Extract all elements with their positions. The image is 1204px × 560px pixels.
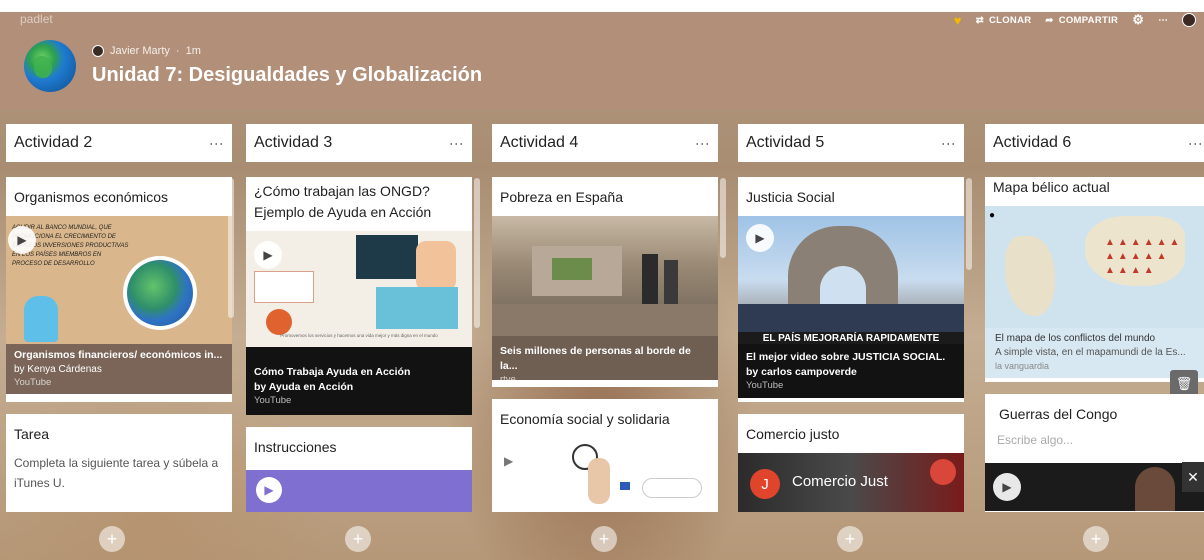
column-header[interactable]: Actividad 4 ⋮	[492, 124, 718, 162]
column-menu-icon[interactable]: ⋮	[209, 137, 225, 150]
play-icon[interactable]: ▶	[254, 241, 282, 269]
column-header[interactable]: Actividad 6 ⋮	[985, 124, 1204, 162]
author-name: Javier Marty	[110, 45, 170, 57]
news-thumbnail[interactable]	[492, 216, 718, 336]
play-icon[interactable]: ▶	[993, 473, 1021, 501]
column-actividad-5: Actividad 5 ⋮	[738, 124, 964, 162]
post-card[interactable]: Economía social y solidaria ▶	[492, 399, 718, 512]
share-icon: ➦	[1045, 14, 1054, 26]
post-card[interactable]: Justicia Social EL PAÍS MEJORARÍA RAPIDA…	[738, 177, 964, 402]
news-caption: Seis millones de personas al borde de la…	[492, 336, 718, 385]
video-thumbnail[interactable]: ▶	[985, 463, 1204, 511]
post-card[interactable]: Instrucciones ▶	[246, 427, 472, 512]
clone-button[interactable]: ⇄ CLONAR	[976, 15, 1032, 26]
video-thumbnail[interactable]: EL PAÍS MEJORARÍA RAPIDAMENTE ▶	[738, 216, 964, 344]
column-header[interactable]: Actividad 3 ⋮	[246, 124, 472, 162]
column-menu-icon[interactable]: ⋮	[449, 137, 465, 150]
video-thumbnail[interactable]: Promovemos los servicios y hacemos una v…	[246, 231, 472, 347]
add-post-button[interactable]: +	[345, 526, 371, 552]
play-icon[interactable]: ▶	[504, 454, 513, 468]
column-scrollbar[interactable]	[720, 178, 726, 258]
post-title: Guerras del Congo	[999, 406, 1118, 422]
brand-logo[interactable]: padlet	[20, 12, 53, 26]
post-title: Organismos económicos	[14, 189, 169, 205]
post-card[interactable]: Organismos económicos ACUDIR AL BANCO MU…	[6, 177, 232, 402]
logo-illustration	[266, 309, 292, 335]
map-thumbnail[interactable]: ▲▲▲▲▲▲ ▲▲▲▲▲ ▲▲▲▲ ●	[985, 206, 1204, 328]
column-scrollbar[interactable]	[474, 178, 480, 328]
post-card[interactable]: Comercio justo J Comercio Just	[738, 414, 964, 512]
post-title: ¿Cómo trabajan las ONGD? Ejemplo de Ayud…	[254, 183, 432, 220]
column-header[interactable]: Actividad 2 ⋮	[6, 124, 232, 162]
padlet-globe-icon	[24, 40, 76, 92]
post-card[interactable]: ¿Cómo trabajan las ONGD? Ejemplo de Ayud…	[246, 177, 472, 415]
add-post-button[interactable]: +	[1083, 526, 1109, 552]
heart-icon[interactable]: ♥	[954, 13, 962, 28]
video-caption: El mejor video sobre JUSTICIA SOCIAL. by…	[738, 344, 964, 398]
post-body: Completa la siguiente tarea y súbela a i…	[14, 456, 219, 491]
author-avatar	[92, 45, 104, 57]
top-strip	[0, 0, 1204, 12]
page-title: Unidad 7: Desigualdades y Globalización	[92, 64, 483, 86]
video-caption: Cómo Trabaja Ayuda en Acción by Ayuda en…	[246, 347, 472, 415]
video-title: Comercio Just	[792, 473, 888, 490]
column-actividad-4: Actividad 4 ⋮	[492, 124, 718, 162]
post-title: Tarea	[14, 426, 50, 442]
close-icon[interactable]: ✕	[1182, 462, 1204, 492]
add-post-button[interactable]: +	[591, 526, 617, 552]
share-button[interactable]: ➦ COMPARTIR	[1045, 15, 1118, 26]
post-card[interactable]: Guerras del Congo Escribe algo... ▶	[985, 394, 1204, 512]
video-thumbnail[interactable]: ▶	[492, 438, 718, 512]
column-actividad-6: Actividad 6 ⋮	[985, 124, 1204, 162]
post-title: Economía social y solidaria	[500, 411, 670, 427]
post-card[interactable]: Pobreza en España Seis millones de perso…	[492, 177, 718, 387]
post-card[interactable]: Mapa bélico actual ▲▲▲▲▲▲ ▲▲▲▲▲ ▲▲▲▲ ● E…	[985, 177, 1204, 382]
video-thumbnail[interactable]: J Comercio Just	[738, 453, 964, 512]
conflict-markers: ▲▲▲▲▲▲ ▲▲▲▲▲ ▲▲▲▲	[1105, 237, 1183, 276]
post-title: Justicia Social	[746, 189, 835, 205]
post-body-input[interactable]: Escribe algo...	[985, 433, 1204, 457]
post-title: Mapa bélico actual	[993, 179, 1110, 195]
add-post-button[interactable]: +	[99, 526, 125, 552]
map-logo-icon: ●	[989, 210, 996, 221]
video-thumbnail[interactable]: ACUDIR AL BANCO MUNDIAL, QUE PROMOCIONA …	[6, 216, 232, 344]
post-title: Comercio justo	[746, 426, 840, 442]
video-thumbnail[interactable]: ▶	[246, 470, 472, 512]
add-post-button[interactable]: +	[837, 526, 863, 552]
author-line: Javier Marty · 1m	[92, 45, 201, 57]
play-icon[interactable]: ▶	[8, 226, 36, 254]
post-card[interactable]: Tarea Completa la siguiente tarea y súbe…	[6, 414, 232, 512]
badge-icon	[930, 459, 956, 485]
column-header[interactable]: Actividad 5 ⋮	[738, 124, 964, 162]
post-time: 1m	[185, 45, 201, 57]
video-caption: Organismos financieros/ económicos in...…	[6, 344, 232, 394]
user-avatar[interactable]	[1182, 13, 1196, 27]
play-icon[interactable]: ▶	[746, 224, 774, 252]
column-scrollbar[interactable]	[966, 178, 972, 270]
gear-icon[interactable]: ⚙	[1132, 12, 1144, 28]
channel-avatar[interactable]: J	[750, 469, 780, 499]
column-menu-icon[interactable]: ⋮	[695, 137, 711, 150]
more-icon[interactable]: ⋯	[1158, 15, 1168, 26]
clone-icon: ⇄	[975, 14, 984, 26]
column-menu-icon[interactable]: ⋮	[941, 137, 957, 150]
column-menu-icon[interactable]: ⋮	[1188, 137, 1204, 150]
play-icon[interactable]: ▶	[256, 477, 282, 503]
person-illustration	[24, 296, 58, 342]
globe-illustration	[127, 260, 193, 326]
column-actividad-2: Actividad 2 ⋮	[6, 124, 232, 162]
post-title: Instrucciones	[254, 439, 337, 455]
post-title: Pobreza en España	[500, 189, 623, 205]
column-actividad-3: Actividad 3 ⋮	[246, 124, 472, 162]
top-actions: ♥ ⇄ CLONAR ➦ COMPARTIR ⚙ ⋯	[954, 12, 1196, 28]
hand-illustration	[588, 458, 610, 504]
column-scrollbar[interactable]	[228, 178, 234, 318]
board-illustration	[356, 235, 418, 279]
